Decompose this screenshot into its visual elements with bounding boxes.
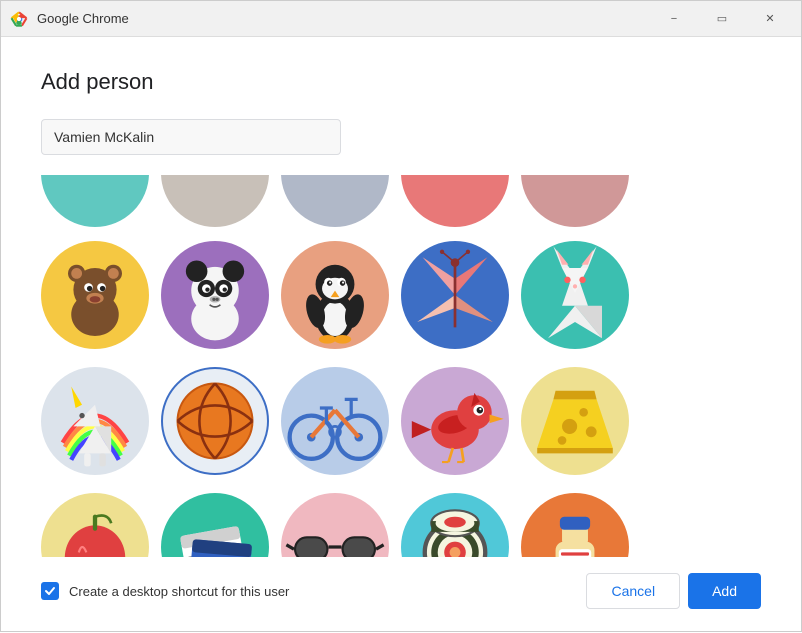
- avatar-rabbit[interactable]: [521, 241, 629, 349]
- checkmark-icon: [44, 585, 56, 597]
- button-row: Cancel Add: [586, 573, 761, 609]
- avatar-cards[interactable]: [161, 493, 269, 557]
- avatar-row-3: [41, 489, 757, 557]
- avatar-bottle[interactable]: [521, 493, 629, 557]
- avatar-partial-1[interactable]: [41, 175, 149, 227]
- bottom-area: Create a desktop shortcut for this user …: [41, 557, 761, 609]
- avatar-cheese[interactable]: [521, 367, 629, 475]
- titlebar: Google Chrome − ▭ ✕: [1, 1, 801, 37]
- partial-avatar-row: [41, 175, 757, 227]
- close-button[interactable]: ✕: [747, 1, 793, 37]
- name-input[interactable]: [41, 119, 341, 155]
- avatar-bicycle[interactable]: [281, 367, 389, 475]
- window-controls: − ▭ ✕: [651, 1, 793, 37]
- avatar-butterfly[interactable]: [401, 241, 509, 349]
- avatar-partial-4[interactable]: [401, 175, 509, 227]
- avatar-row-1: [41, 237, 757, 353]
- avatar-sushi[interactable]: [401, 493, 509, 557]
- avatar-apple[interactable]: [41, 493, 149, 557]
- avatar-sunglasses[interactable]: [281, 493, 389, 557]
- avatar-grid-wrapper[interactable]: [41, 175, 761, 557]
- avatar-row-2: [41, 363, 757, 479]
- avatar-penguin[interactable]: [281, 241, 389, 349]
- avatar-partial-2[interactable]: [161, 175, 269, 227]
- minimize-button[interactable]: −: [651, 1, 697, 37]
- checkbox-row: Create a desktop shortcut for this user: [41, 582, 289, 600]
- avatar-unicorn[interactable]: [41, 367, 149, 475]
- avatar-scroll-area: [41, 175, 761, 557]
- avatar-bear[interactable]: [41, 241, 149, 349]
- avatar-partial-5[interactable]: [521, 175, 629, 227]
- avatar-bird[interactable]: [401, 367, 509, 475]
- desktop-shortcut-label[interactable]: Create a desktop shortcut for this user: [69, 584, 289, 599]
- avatar-panda[interactable]: [161, 241, 269, 349]
- add-button[interactable]: Add: [688, 573, 761, 609]
- chrome-logo-icon: [9, 9, 29, 29]
- desktop-shortcut-checkbox[interactable]: [41, 582, 59, 600]
- main-content: Add person: [1, 37, 801, 633]
- avatar-partial-3[interactable]: [281, 175, 389, 227]
- avatar-basketball[interactable]: [161, 367, 269, 475]
- page-title: Add person: [41, 69, 761, 95]
- restore-button[interactable]: ▭: [699, 1, 745, 37]
- cancel-button[interactable]: Cancel: [586, 573, 680, 609]
- window-title: Google Chrome: [37, 11, 651, 26]
